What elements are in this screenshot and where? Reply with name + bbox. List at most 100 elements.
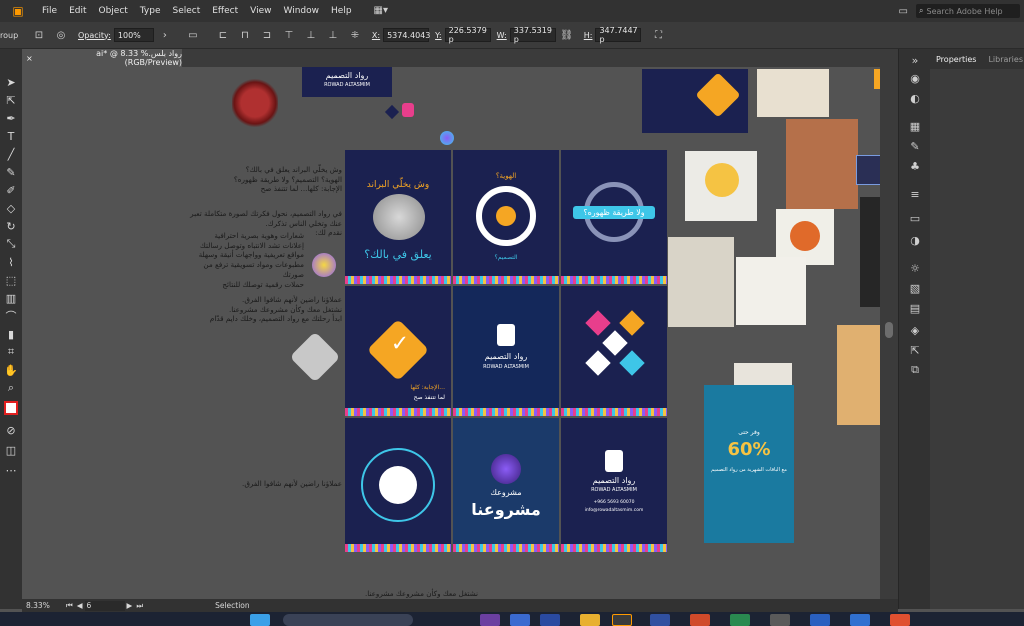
illustrator-app-icon[interactable]: ▣ <box>8 3 28 19</box>
type-tool-icon[interactable]: T <box>4 129 18 143</box>
appearance-icon[interactable]: ☼ <box>908 261 922 275</box>
menu-object[interactable]: Object <box>93 6 134 16</box>
more-tools-icon[interactable]: ⋯ <box>4 463 18 477</box>
eyedropper-tool-icon[interactable]: ⌒ <box>4 309 18 323</box>
hand-tool-icon[interactable]: ✋ <box>4 363 18 377</box>
taskbar-app[interactable] <box>540 614 560 626</box>
menu-edit[interactable]: Edit <box>63 6 92 16</box>
workspace-layout-icon[interactable]: ▦▾ <box>374 5 392 17</box>
logo-artboard-top[interactable]: رواد التصميم ROWAD ALTASMIM <box>302 67 392 97</box>
help-search[interactable]: ⌕ Search Adobe Help <box>916 4 1020 18</box>
artboard-5[interactable]: رواد التصميم ROWAD ALTASMIM <box>453 286 559 416</box>
diamond-shape[interactable] <box>384 104 400 120</box>
notes-block-5[interactable]: نشتغل معك وكأن مشروعك مشروعنا. <box>342 589 478 599</box>
next-artboard-icon[interactable]: ▶ <box>127 601 133 610</box>
shaper-tool-icon[interactable]: ✐ <box>4 183 18 197</box>
gradient-icon[interactable]: ▭ <box>908 211 922 225</box>
notes-block-3[interactable]: عملاؤنا راضين لأنهم شافوا الفرق. نشتغل م… <box>162 295 342 324</box>
gradient-tool-icon[interactable]: ▥ <box>4 291 18 305</box>
align-right-icon[interactable]: ⊐ <box>260 28 274 42</box>
promo-poster[interactable]: وفر حتى 60% مع الباقات الشهرية من رواد ا… <box>704 385 794 543</box>
isolate-group-icon[interactable]: ⊡ <box>32 28 46 42</box>
graph-tool-icon[interactable]: ▮ <box>4 327 18 341</box>
direct-selection-tool-icon[interactable]: ⇱ <box>4 93 18 107</box>
free-transform-tool-icon[interactable]: ⬚ <box>4 273 18 287</box>
brain-illustration[interactable] <box>232 77 278 129</box>
artboard-number-field[interactable]: 6 <box>84 600 125 611</box>
last-artboard-icon[interactable]: ⏭ <box>136 601 143 611</box>
w-field[interactable]: 337.5319 p <box>509 26 556 44</box>
style-icon[interactable]: ▭ <box>186 28 200 42</box>
taskbar-app[interactable] <box>580 614 600 626</box>
start-button[interactable] <box>250 614 270 626</box>
artboard-1[interactable]: وش يخلّي البراند يعلق في بالك؟ <box>345 150 451 284</box>
tab-properties[interactable]: Properties <box>930 55 982 64</box>
brushes-icon[interactable]: ✎ <box>908 139 922 153</box>
vertical-scrollbar[interactable] <box>880 67 898 599</box>
reference-image-fort[interactable] <box>786 119 858 209</box>
transform-grid-icon[interactable]: ⁜ <box>348 28 362 42</box>
panel-collapse-icon[interactable]: » <box>908 53 922 67</box>
layers-icon[interactable]: ◈ <box>908 323 922 337</box>
reference-image-strip[interactable] <box>860 197 880 307</box>
artboard-6[interactable] <box>561 286 667 416</box>
none-swatch-icon[interactable]: ⊘ <box>4 423 18 437</box>
artboard-tool-icon[interactable]: ⌗ <box>4 345 18 359</box>
vertical-scroll-thumb[interactable] <box>885 322 893 338</box>
artboard-top-right[interactable] <box>642 69 748 133</box>
artboard-4[interactable]: ✓ الإجابة: كلها... لما تتنفذ صح <box>345 286 451 416</box>
chevron-right-icon[interactable]: › <box>158 28 172 42</box>
taskbar-search[interactable] <box>283 614 413 626</box>
drawing-mode-icon[interactable]: ◫ <box>4 443 18 457</box>
menu-help[interactable]: Help <box>325 6 358 16</box>
taskbar-app[interactable] <box>890 614 910 626</box>
reference-image-poster[interactable] <box>837 325 880 425</box>
transform-icon[interactable]: ⛶ <box>651 28 665 42</box>
reference-image-yellow-circle[interactable] <box>685 151 757 221</box>
services-list[interactable]: شعارات وهوية بصرية احترافية إعلانات تشد … <box>192 231 304 289</box>
close-icon[interactable]: × <box>26 54 33 63</box>
logo-mark-small[interactable] <box>402 103 414 117</box>
export-icon[interactable]: ⇱ <box>908 343 922 357</box>
x-field[interactable]: 5374.4043 <box>383 28 430 42</box>
taskbar-app[interactable] <box>510 614 530 626</box>
line-tool-icon[interactable]: ╱ <box>4 147 18 161</box>
taskbar-app[interactable] <box>650 614 670 626</box>
brush-tool-icon[interactable]: ✎ <box>4 165 18 179</box>
canvas[interactable]: رواد التصميم ROWAD ALTASMIM وش يخلّي الب… <box>22 67 880 599</box>
align-center-icon[interactable]: ⊓ <box>238 28 252 42</box>
zoom-level[interactable]: 8.33% <box>22 601 64 610</box>
opacity-label[interactable]: Opacity: <box>78 31 111 40</box>
taskbar-app[interactable] <box>730 614 750 626</box>
y-field[interactable]: 226.5379 p <box>444 26 491 44</box>
artboards-icon[interactable]: ▤ <box>908 301 922 315</box>
scale-tool-icon[interactable]: ⤡ <box>4 237 18 251</box>
menu-effect[interactable]: Effect <box>206 6 244 16</box>
color-panel-icon[interactable]: ◉ <box>908 71 922 85</box>
artboard-3[interactable]: ولا طريقة ظهوره؟ <box>561 150 667 284</box>
mockup-thumbnail[interactable] <box>757 69 829 117</box>
menu-file[interactable]: File <box>36 6 63 16</box>
graphic-styles-icon[interactable]: ▧ <box>908 281 922 295</box>
document-tab[interactable]: × رواد بلس.ai* @ 8.33 % (RGB/Preview) <box>22 49 182 67</box>
artboard-2[interactable]: الهوية؟ التصميم؟ <box>453 150 559 284</box>
pen-tool-icon[interactable]: ✒ <box>4 111 18 125</box>
taskbar-app[interactable] <box>770 614 790 626</box>
align-left-icon[interactable]: ⊏ <box>216 28 230 42</box>
prev-artboard-icon[interactable]: ◀ <box>77 601 83 610</box>
notes-block-1[interactable]: وش يخلّي البراند يعلق في بالك؟ الهوية؟ ا… <box>192 165 342 194</box>
taskbar-app[interactable] <box>480 614 500 626</box>
menu-window[interactable]: Window <box>278 6 326 16</box>
menu-type[interactable]: Type <box>134 6 167 16</box>
zoom-tool-icon[interactable]: ⌕ <box>4 381 18 395</box>
first-artboard-icon[interactable]: ⏮ <box>66 601 73 611</box>
fill-stroke-swatch[interactable] <box>4 401 18 415</box>
link-icon[interactable]: ⛓ <box>560 28 574 42</box>
grey-diamond-shape[interactable] <box>289 331 341 383</box>
color-guide-icon[interactable]: ◐ <box>908 91 922 105</box>
warp-tool-icon[interactable]: ⌇ <box>4 255 18 269</box>
align-bottom-icon[interactable]: ⊥ <box>326 28 340 42</box>
reference-image-collage-2[interactable] <box>736 257 806 325</box>
opacity-field[interactable]: 100% <box>113 28 154 42</box>
links-icon[interactable]: ⧉ <box>908 363 922 377</box>
